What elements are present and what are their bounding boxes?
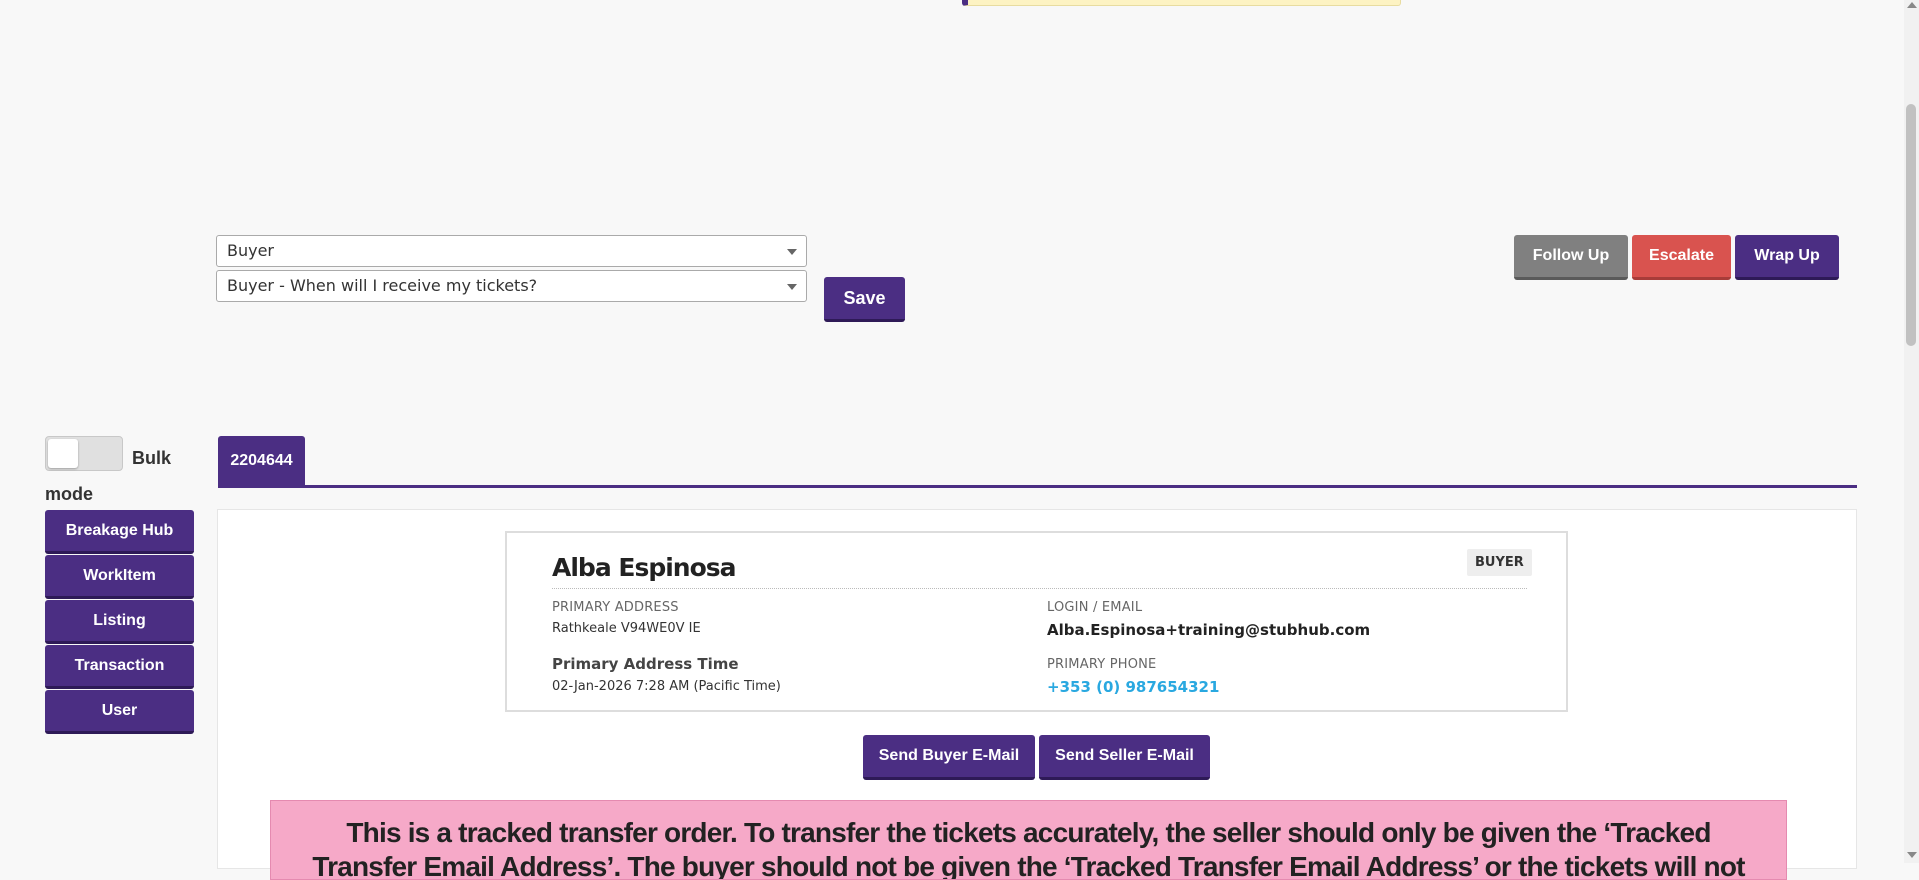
login-email-label: LOGIN / EMAIL (1047, 600, 1143, 615)
sidebar-item-listing[interactable]: Listing (45, 600, 194, 644)
alert-text: This is a tracked transfer order. To tra… (312, 817, 1745, 880)
follow-up-button[interactable]: Follow Up (1514, 235, 1628, 280)
login-email[interactable]: Alba.Espinosa+training@stubhub.com (1047, 621, 1370, 639)
chevron-down-icon (787, 284, 797, 290)
primary-address: Rathkeale V94WE0V IE (552, 621, 701, 636)
sidebar-item-transaction[interactable]: Transaction (45, 645, 194, 689)
send-buyer-email-button[interactable]: Send Buyer E-Mail (863, 735, 1035, 780)
reason-select[interactable]: Buyer - When will I receive my tickets? (216, 270, 807, 302)
sidebar-item-breakage-hub[interactable]: Breakage Hub (45, 510, 194, 554)
notification-banner (962, 0, 1401, 6)
escalate-button[interactable]: Escalate (1632, 235, 1731, 280)
primary-phone-label: PRIMARY PHONE (1047, 657, 1157, 672)
chevron-down-icon (787, 249, 797, 255)
card-divider (552, 588, 1527, 589)
save-button[interactable]: Save (824, 277, 905, 322)
tab-order[interactable]: 2204644 (218, 436, 305, 486)
role-badge: BUYER (1467, 549, 1532, 576)
primary-phone[interactable]: +353 (0) 987654321 (1047, 678, 1219, 696)
wrap-up-button[interactable]: Wrap Up (1735, 235, 1839, 280)
toggle-knob (48, 439, 78, 468)
scroll-up-icon[interactable] (1907, 2, 1917, 8)
send-seller-email-button[interactable]: Send Seller E-Mail (1039, 735, 1210, 780)
reason-select-value: Buyer - When will I receive my tickets? (227, 276, 538, 295)
bulk-mode-toggle[interactable] (45, 436, 123, 471)
primary-address-label: PRIMARY ADDRESS (552, 600, 679, 615)
customer-name: Alba Espinosa (552, 553, 737, 582)
sidebar-item-user[interactable]: User (45, 690, 194, 734)
scrollbar-thumb[interactable] (1906, 104, 1916, 346)
party-select-value: Buyer (227, 241, 275, 260)
customer-card: Alba Espinosa BUYER PRIMARY ADDRESS Rath… (505, 531, 1568, 712)
tracked-transfer-alert: This is a tracked transfer order. To tra… (270, 800, 1787, 880)
sidebar-item-workitem[interactable]: WorkItem (45, 555, 194, 599)
primary-address-time-label: Primary Address Time (552, 655, 739, 673)
party-select[interactable]: Buyer (216, 235, 807, 267)
tab-underline (218, 485, 1857, 488)
primary-address-time: 02-Jan-2026 7:28 AM (Pacific Time) (552, 679, 781, 694)
scroll-down-icon[interactable] (1907, 852, 1917, 858)
